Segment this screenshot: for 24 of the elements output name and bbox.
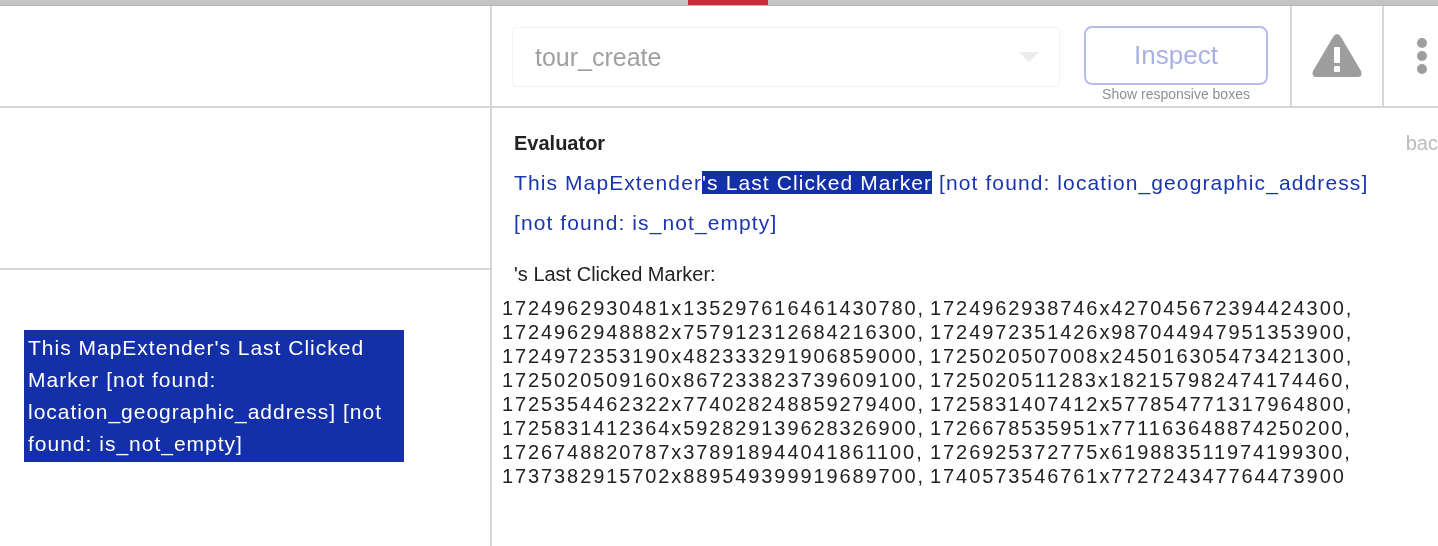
result-value: 1725020509160x867233823739609100, [502, 368, 926, 392]
result-value: 1740573546761x772724347764473900 [930, 464, 1347, 488]
expression-text: This MapExtender's Last Clicked Marker [not found: location_geographic_address] [not found: is_not_empty] [514, 170, 1370, 237]
element-preview: This MapExtender's Last Clicked Marker [not found: location_geographic_address] [not found: is_not_empty] [24, 330, 404, 462]
result-value: 1724962930481x135297616461430780, [502, 296, 926, 320]
result-value: 1725831412364x592829139628326900, [502, 416, 926, 440]
result-value: 1725354462322x774028248859279400, [502, 392, 926, 416]
result-value: 1724962948882x757912312684216300, [502, 320, 926, 344]
inspect-hint: Show responsive boxes [1102, 86, 1250, 102]
more-menu-icon[interactable] [1416, 38, 1428, 74]
result-value: 1724972351426x987044947951353900, [930, 320, 1354, 344]
result-value: 1724972353190x482333291906859000, [502, 344, 926, 368]
result-value: 1726925372775x619883511974199300, [930, 440, 1353, 464]
result-value: 1725831407412x577854771317964800, [930, 392, 1354, 416]
result-value: 1726678535951x771163648874250200, [930, 416, 1353, 440]
result-value: 1725020507008x245016305473421300, [930, 344, 1354, 368]
back-link[interactable]: bac [1405, 132, 1438, 155]
result-label: 's Last Clicked Marker: [514, 263, 717, 286]
result-value: 1724962938746x427045672394424300, [930, 296, 1354, 320]
result-value: 1737382915702x889549399919689700, [502, 464, 926, 488]
warning-icon[interactable] [1311, 33, 1363, 79]
result-value: 1725020511283x182157982474174460, [930, 368, 1353, 392]
evaluator-title: Evaluator [514, 132, 606, 155]
result-value: 1726748820787x378918944041861100, [502, 440, 925, 464]
